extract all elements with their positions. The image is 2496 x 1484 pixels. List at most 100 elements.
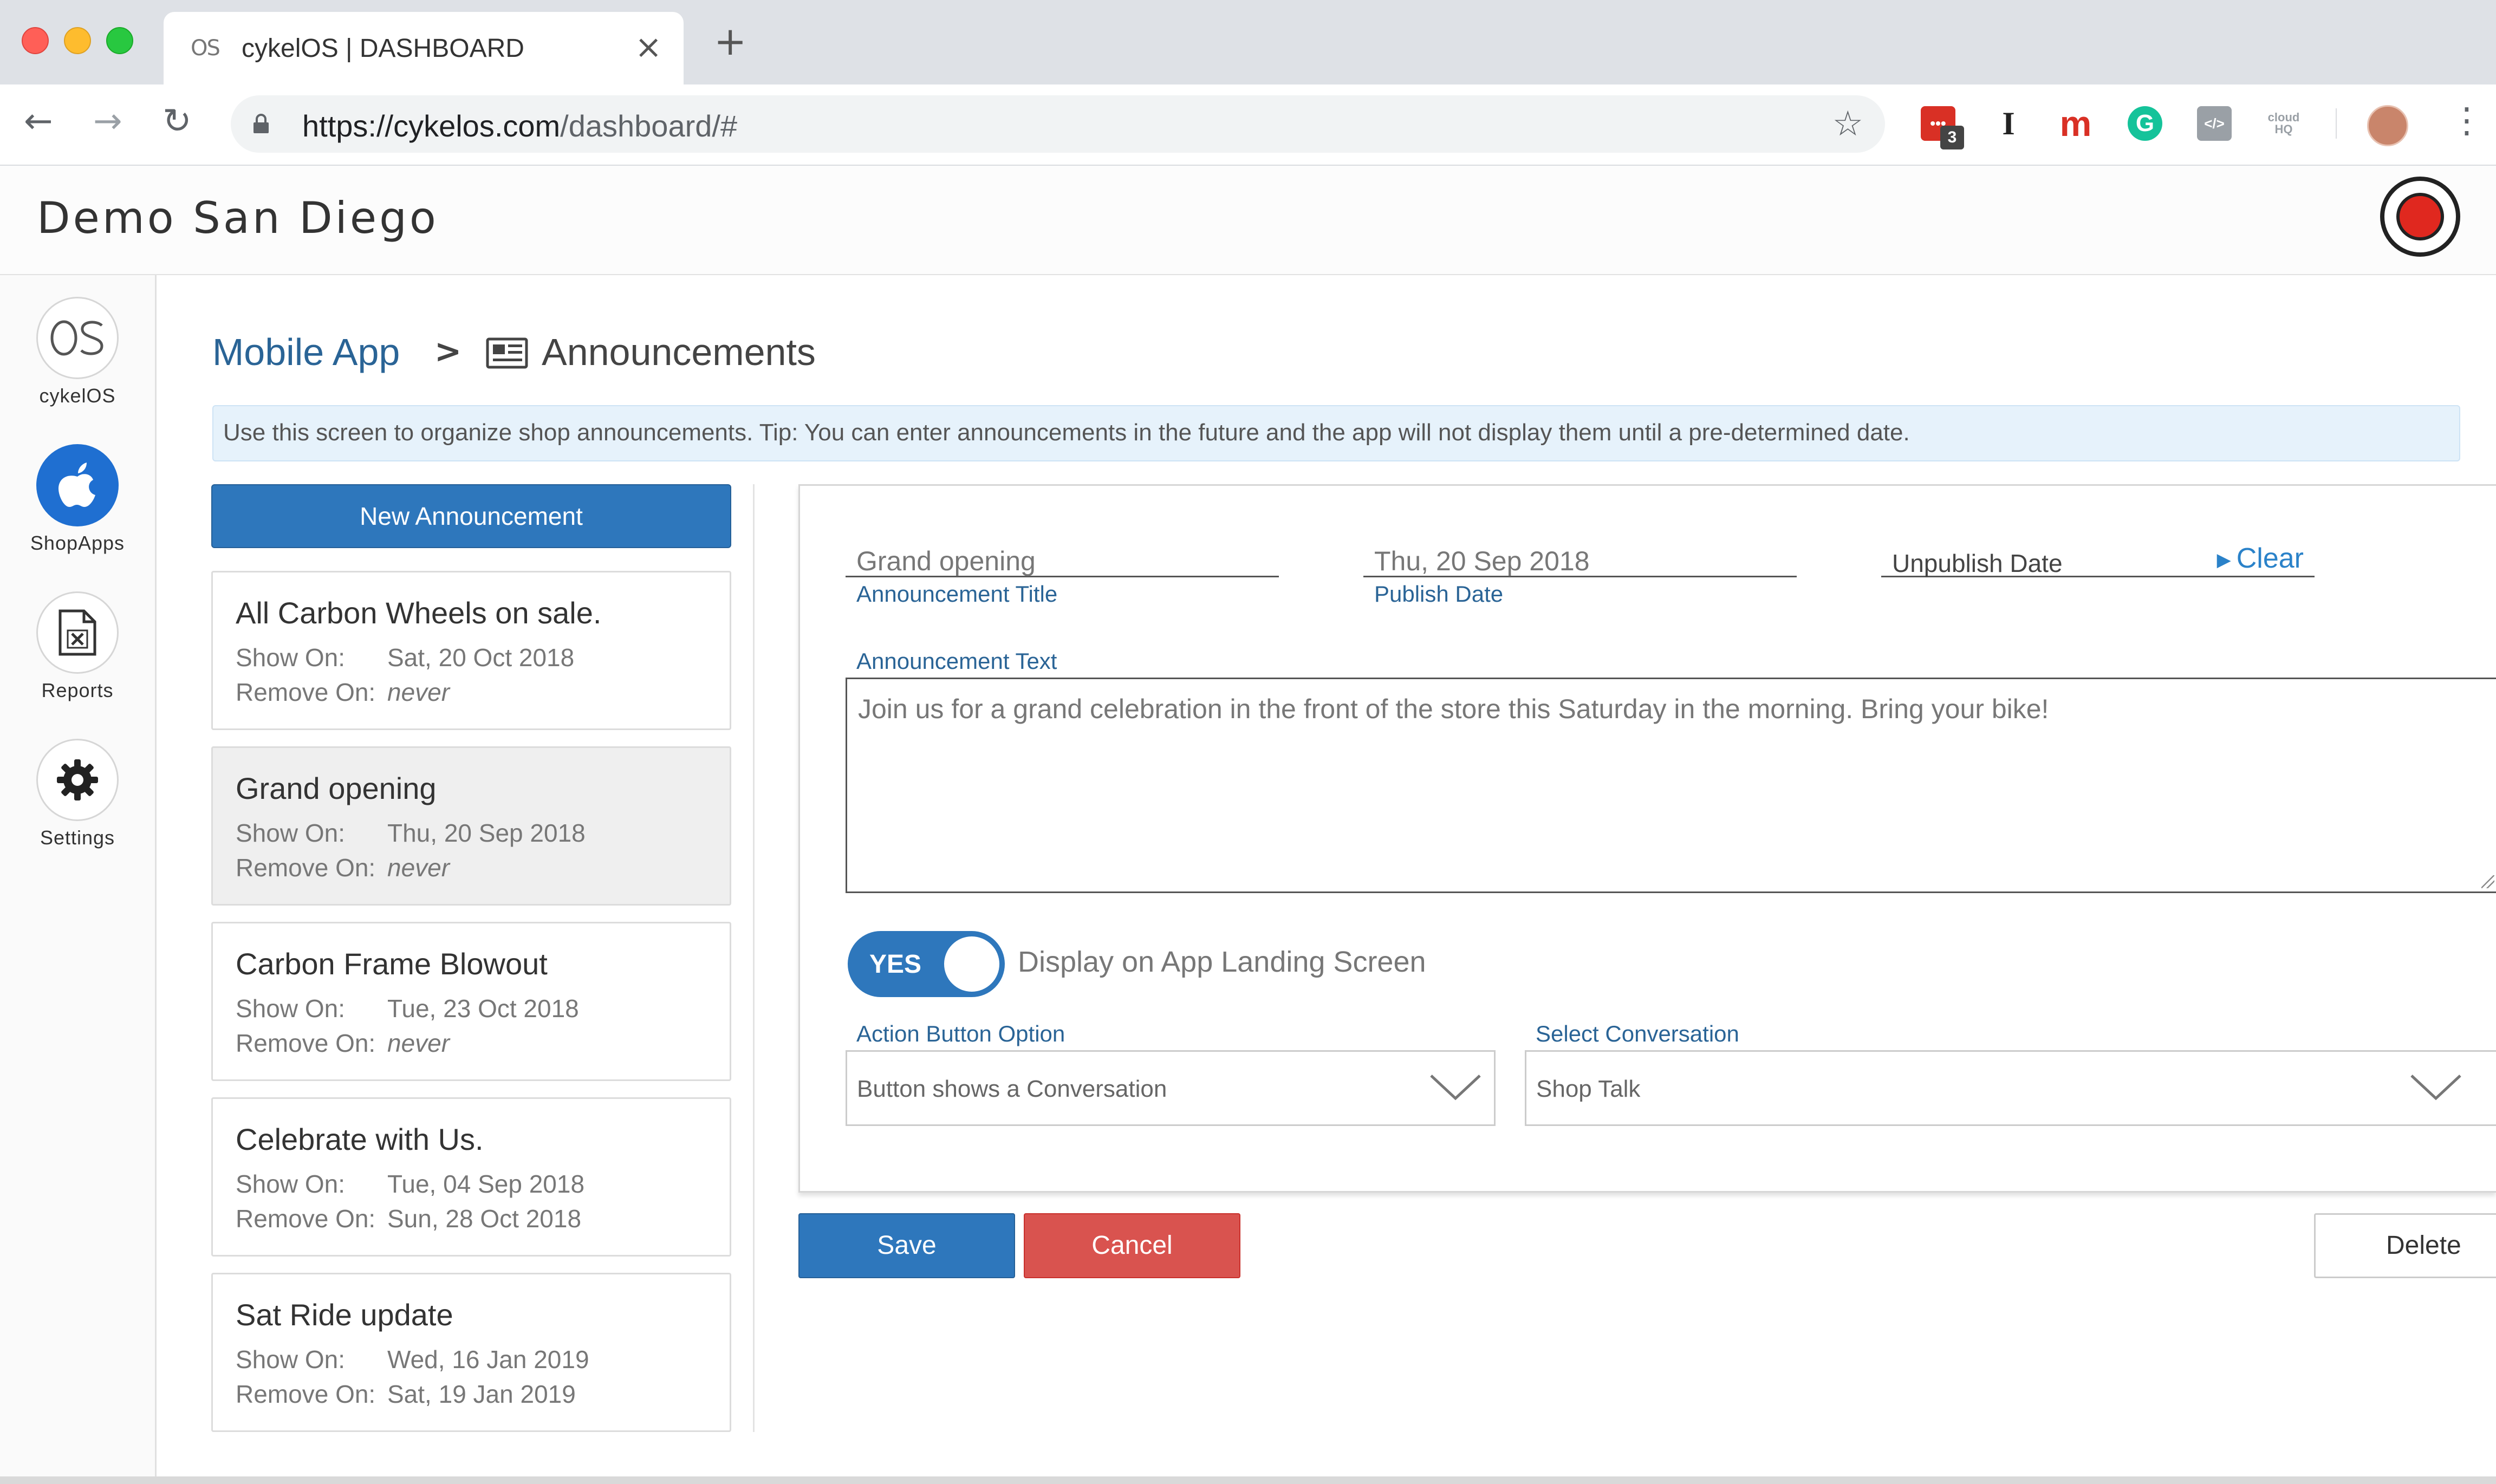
chevron-down-icon (1430, 1075, 1481, 1101)
extension-badge: 3 (1940, 126, 1964, 149)
toolbar-divider (2336, 108, 2337, 139)
announcement-title-value: Grand opening (856, 546, 1036, 576)
remove-on-label: Remove On: (236, 1380, 376, 1408)
toggle-knob (944, 936, 999, 992)
remove-on-row: Remove On: never (236, 1029, 450, 1058)
sidebar-item-label: cykelOS (39, 385, 116, 407)
sidebar-item-settings[interactable]: Settings (0, 739, 155, 849)
breadcrumb-mobile-app-link[interactable]: Mobile App (212, 330, 400, 374)
show-on-row: Show On: Thu, 20 Sep 2018 (236, 818, 586, 848)
action-button-select[interactable]: Button shows a Conversation (846, 1050, 1496, 1126)
unpublish-date-input[interactable]: Unpublish Date ▶ Clear (1881, 535, 2315, 577)
show-on-label: Show On: (236, 1170, 345, 1198)
conversation-select[interactable]: Shop Talk (1525, 1050, 2496, 1126)
cloudhq-extension-icon[interactable]: cloud HQ (2266, 106, 2301, 141)
window-zoom-button[interactable] (106, 27, 133, 54)
chevron-right-icon: > (434, 333, 462, 370)
shop-logo-icon[interactable] (2380, 177, 2460, 257)
announcement-card[interactable]: Carbon Frame Blowout Show On: Tue, 23 Oct… (211, 922, 731, 1081)
resize-handle-icon[interactable] (2481, 875, 2494, 888)
sidebar-item-shopapps[interactable]: ShopApps (0, 444, 155, 555)
os-logo-icon (36, 297, 119, 379)
publish-date-value: Thu, 20 Sep 2018 (1374, 546, 1590, 576)
page-title: Announcements (542, 331, 816, 373)
save-button[interactable]: Save (798, 1213, 1015, 1278)
announcement-text-label: Announcement Text (856, 648, 1057, 674)
cancel-button[interactable]: Cancel (1024, 1213, 1240, 1278)
grammarly-extension-icon[interactable]: G (2128, 106, 2162, 141)
code-extension-icon[interactable]: </> (2197, 106, 2232, 141)
instapaper-extension-icon[interactable]: I (1991, 106, 2026, 141)
unpublish-date-placeholder: Unpublish Date (1892, 549, 2063, 577)
sidebar-item-cykelos[interactable]: cykelOS (0, 297, 155, 407)
display-landing-toggle[interactable]: YES (848, 931, 1005, 997)
announcement-card[interactable]: All Carbon Wheels on sale. Show On: Sat, … (211, 571, 731, 730)
sidebar-item-label: Settings (40, 826, 115, 849)
forward-arrow-icon[interactable]: → (93, 104, 122, 139)
announcement-card-selected[interactable]: Grand opening Show On: Thu, 20 Sep 2018 R… (211, 746, 731, 906)
announcement-form: Grand opening Announcement Title Thu, 20… (798, 484, 2496, 1193)
todoist-extension-icon[interactable]: ••• 3 (1921, 106, 1964, 149)
gear-icon (36, 739, 119, 821)
url-path: /dashboard/# (560, 109, 738, 143)
address-bar[interactable]: https://cykelos.com/dashboard/# ☆ (231, 95, 1885, 153)
announcement-card-title: Carbon Frame Blowout (236, 947, 548, 981)
remove-on-value: never (387, 678, 450, 706)
conversation-value: Shop Talk (1536, 1076, 1641, 1102)
announcement-card[interactable]: Sat Ride update Show On: Wed, 16 Jan 2019… (211, 1273, 731, 1432)
back-arrow-icon[interactable]: ← (24, 104, 53, 139)
browser-toolbar: ← → ↻ https://cykelos.com/dashboard/# ☆ … (0, 84, 2496, 166)
show-on-value: Tue, 04 Sep 2018 (387, 1170, 585, 1198)
remove-on-label: Remove On: (236, 854, 376, 882)
announcement-text-value: Join us for a grand celebration in the f… (858, 694, 2049, 724)
chevron-down-icon (2410, 1075, 2461, 1101)
sidebar-item-reports[interactable]: Reports (0, 591, 155, 702)
display-landing-label: Display on App Landing Screen (1018, 946, 1426, 978)
announcement-card[interactable]: Celebrate with Us. Show On: Tue, 04 Sep 2… (211, 1097, 731, 1257)
remove-on-row: Remove On: never (236, 853, 450, 882)
tab-favicon-icon: OS (191, 36, 220, 61)
new-tab-icon[interactable]: + (714, 22, 746, 61)
show-on-value: Tue, 23 Oct 2018 (387, 994, 579, 1023)
announcement-text-area[interactable]: Join us for a grand celebration in the f… (846, 678, 2496, 893)
window-bottom-edge (0, 1476, 2496, 1484)
clear-date-label: Clear (2236, 543, 2304, 574)
announcement-title-input[interactable]: Grand opening (846, 535, 1279, 577)
column-divider (753, 484, 755, 1432)
bookmark-star-icon[interactable]: ☆ (1832, 104, 1863, 144)
announcement-card-title: Sat Ride update (236, 1298, 453, 1332)
action-button-value: Button shows a Conversation (857, 1076, 1167, 1102)
sidebar-item-label: Reports (41, 679, 114, 701)
clear-date-link[interactable]: ▶ Clear (2217, 542, 2304, 575)
window-minimize-button[interactable] (64, 27, 91, 54)
info-tip-banner: Use this screen to organize shop announc… (212, 405, 2460, 461)
url-domain: https://cykelos.com (302, 109, 561, 143)
newspaper-icon (486, 337, 528, 369)
tab-close-icon[interactable]: × (635, 28, 662, 66)
delete-button[interactable]: Delete (2314, 1213, 2496, 1278)
browser-menu-icon[interactable]: ⋮ (2449, 101, 2484, 141)
announcement-card-title: Celebrate with Us. (236, 1122, 484, 1156)
announcement-title-label: Announcement Title (856, 581, 1058, 607)
remove-on-value: Sun, 28 Oct 2018 (387, 1205, 582, 1233)
remove-on-value: Sat, 19 Jan 2019 (387, 1380, 576, 1408)
url-text: https://cykelos.com/dashboard/# (302, 108, 737, 144)
window-close-button[interactable] (22, 27, 49, 54)
apple-icon (36, 444, 119, 526)
show-on-value: Sat, 20 Oct 2018 (387, 643, 575, 672)
profile-avatar[interactable] (2367, 105, 2408, 146)
remove-on-label: Remove On: (236, 1029, 376, 1057)
mixmax-extension-icon[interactable]: m (2058, 103, 2093, 144)
new-announcement-button[interactable]: New Announcement (211, 484, 731, 548)
browser-tab[interactable]: OS cykelOS | DASHBOARD × (164, 12, 684, 84)
select-conversation-label: Select Conversation (1536, 1021, 1739, 1046)
show-on-label: Show On: (236, 819, 345, 847)
show-on-row: Show On: Tue, 23 Oct 2018 (236, 994, 579, 1023)
show-on-row: Show On: Wed, 16 Jan 2019 (236, 1345, 589, 1374)
remove-on-label: Remove On: (236, 1205, 376, 1233)
publish-date-label: Publish Date (1374, 581, 1504, 607)
reload-icon[interactable]: ↻ (162, 104, 192, 139)
lock-icon (253, 114, 269, 133)
publish-date-input[interactable]: Thu, 20 Sep 2018 (1363, 535, 1797, 577)
remove-on-row: Remove On: never (236, 678, 450, 707)
